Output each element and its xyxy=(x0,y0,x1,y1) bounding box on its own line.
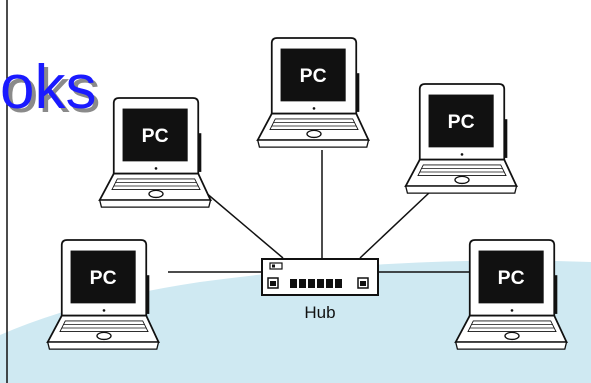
title-fragment: oks xyxy=(0,53,96,122)
laptop-label: PC xyxy=(498,267,525,289)
laptop-label: PC xyxy=(300,65,327,87)
laptop-label: PC xyxy=(142,125,169,147)
laptop-lower-right: PC xyxy=(454,238,568,351)
laptop-upper-left: PC xyxy=(98,96,212,209)
link-upper-left xyxy=(204,191,284,259)
hub xyxy=(261,258,379,296)
link-upper-right xyxy=(359,191,431,259)
network-diagram: oks oks Hub PC PC PC PC PC xyxy=(0,0,591,383)
laptop-lower-left: PC xyxy=(46,238,160,351)
laptop-label: PC xyxy=(448,111,475,133)
laptop-label: PC xyxy=(90,267,117,289)
laptop-upper-right: PC xyxy=(404,82,518,195)
hub-label: Hub xyxy=(304,303,335,322)
laptop-top-center: PC xyxy=(256,36,370,149)
